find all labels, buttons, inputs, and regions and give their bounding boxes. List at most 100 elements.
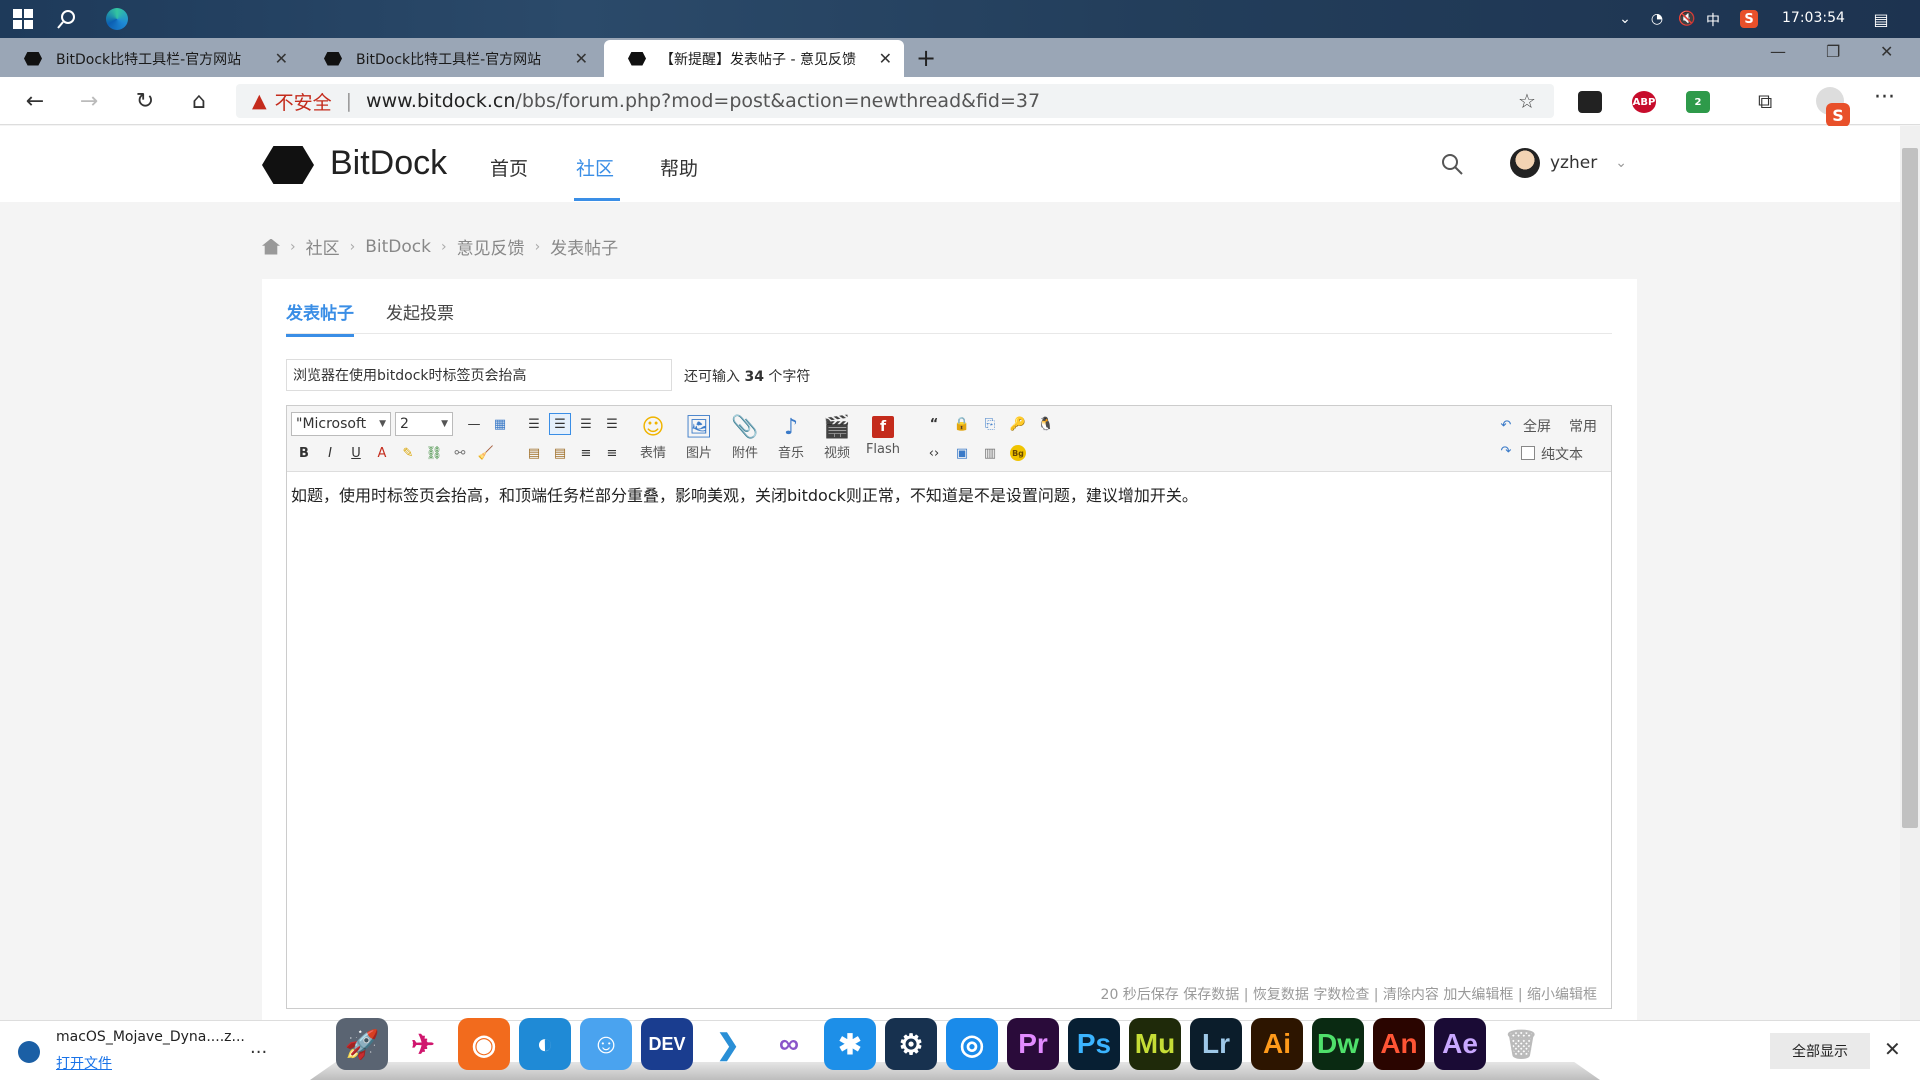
visual-studio-icon[interactable]: ∞ bbox=[763, 1018, 815, 1070]
video-button[interactable]: 🎬 视频 bbox=[817, 412, 857, 462]
align-center-icon[interactable]: ☰ bbox=[575, 413, 597, 435]
illustrator-icon[interactable]: Ai bbox=[1251, 1018, 1303, 1070]
lightroom-icon[interactable]: Lr bbox=[1190, 1018, 1242, 1070]
home-breadcrumb-icon[interactable] bbox=[262, 238, 280, 255]
restore-icon[interactable]: ❐ bbox=[1826, 42, 1840, 61]
hide-content-icon[interactable]: 🔒 bbox=[951, 413, 973, 435]
tab-new-post[interactable]: 发表帖子 bbox=[286, 299, 354, 337]
music-button[interactable]: ♪ 音乐 bbox=[771, 412, 811, 462]
warning-icon[interactable]: ▲ bbox=[252, 90, 267, 112]
highlight-icon[interactable]: ✎ bbox=[397, 442, 419, 464]
breadcrumb-item[interactable]: 社区 bbox=[306, 234, 340, 259]
steam-icon[interactable]: ⚙ bbox=[885, 1018, 937, 1070]
justify-icon[interactable]: ☰ bbox=[601, 413, 623, 435]
qq-icon[interactable]: 🐧 bbox=[1035, 413, 1057, 435]
quote-icon[interactable]: “ bbox=[923, 413, 945, 435]
edge-taskbar-icon[interactable] bbox=[104, 6, 130, 32]
browser-tab[interactable]: BitDock比特工具栏-官方网站 ✕ bbox=[0, 40, 300, 77]
volume-muted-icon[interactable]: 🔇 bbox=[1676, 6, 1698, 32]
font-family-select[interactable]: "Microsoft ▼ bbox=[291, 412, 391, 436]
muse-icon[interactable]: Mu bbox=[1129, 1018, 1181, 1070]
bold-icon[interactable]: B bbox=[293, 442, 315, 464]
uplay-icon[interactable]: ◎ bbox=[946, 1018, 998, 1070]
premiere-icon[interactable]: Pr bbox=[1007, 1018, 1059, 1070]
photoshop-icon[interactable]: Ps bbox=[1068, 1018, 1120, 1070]
address-input[interactable]: ▲ 不安全 | www.bitdock.cn /bbs/forum.php?mo… bbox=[236, 84, 1554, 118]
site-search-icon[interactable] bbox=[1440, 152, 1464, 180]
notification-icon[interactable]: ▤ bbox=[1868, 6, 1894, 32]
subject-input[interactable]: 浏览器在使用bitdock时标签页会抬高 bbox=[286, 359, 672, 391]
bitdock-app-icon[interactable]: ✱ bbox=[824, 1018, 876, 1070]
page-scrollbar-thumb[interactable] bbox=[1902, 148, 1918, 828]
breadcrumb-item[interactable]: 意见反馈 bbox=[457, 234, 525, 259]
more-menu-icon[interactable]: ··· bbox=[1874, 85, 1895, 110]
underline-icon[interactable]: U bbox=[345, 442, 367, 464]
nav-help[interactable]: 帮助 bbox=[660, 154, 698, 181]
background-icon[interactable]: Bg bbox=[1007, 442, 1029, 464]
download-file-name[interactable]: macOS_Mojave_Dyna....z... bbox=[56, 1029, 245, 1045]
float-right-icon[interactable]: ▤ bbox=[549, 442, 571, 464]
font-color-icon[interactable]: A bbox=[371, 442, 393, 464]
search-icon[interactable] bbox=[54, 6, 80, 32]
shield-extension-icon[interactable]: 2 bbox=[1686, 91, 1710, 113]
windows-start-icon[interactable] bbox=[10, 6, 36, 32]
trash-icon[interactable]: 🗑 bbox=[1495, 1018, 1547, 1070]
favorite-star-icon[interactable]: ☆ bbox=[1518, 89, 1536, 113]
security-label[interactable]: 不安全 bbox=[275, 88, 332, 115]
paper-plane-app-icon[interactable]: ✈ bbox=[397, 1018, 449, 1070]
close-icon[interactable]: ✕ bbox=[879, 49, 892, 68]
finder-icon[interactable]: ☺ bbox=[580, 1018, 632, 1070]
editor-content[interactable]: 如题，使用时标签页会抬高，和顶端任务栏部分重叠，影响美观，关闭bitdock则正… bbox=[291, 482, 1198, 506]
emoji-button[interactable]: ☺ 表情 bbox=[633, 412, 673, 462]
ime-label[interactable]: 中 bbox=[1706, 10, 1720, 30]
index-icon[interactable]: ▥ bbox=[979, 442, 1001, 464]
user-name[interactable]: yzher bbox=[1550, 153, 1597, 173]
align-left-icon[interactable]: ☰ bbox=[549, 413, 571, 435]
forward-icon[interactable]: → bbox=[74, 87, 104, 115]
clock[interactable]: 17:03:54 bbox=[1782, 10, 1845, 26]
nav-home[interactable]: 首页 bbox=[490, 154, 528, 181]
italic-icon[interactable]: I bbox=[319, 442, 341, 464]
after-effects-icon[interactable]: Ae bbox=[1434, 1018, 1486, 1070]
show-all-button[interactable]: 全部显示 bbox=[1770, 1033, 1870, 1069]
tab-new-poll[interactable]: 发起投票 bbox=[386, 299, 454, 334]
common-button[interactable]: 常用 bbox=[1569, 416, 1597, 436]
image-button[interactable]: 🖼 图片 bbox=[679, 412, 719, 462]
launchpad-rocket-icon[interactable]: 🚀 bbox=[336, 1018, 388, 1070]
adblock-plus-icon[interactable]: ABP bbox=[1632, 91, 1656, 113]
nav-community[interactable]: 社区 bbox=[576, 154, 614, 181]
browser-tab[interactable]: BitDock比特工具栏-官方网站 ✕ bbox=[300, 40, 600, 77]
font-size-select[interactable]: 2 ▼ bbox=[395, 412, 453, 436]
dev-cpp-icon[interactable]: DEV bbox=[641, 1018, 693, 1070]
firefox-icon[interactable]: ◉ bbox=[458, 1018, 510, 1070]
horizontal-rule-icon[interactable]: — bbox=[463, 413, 485, 435]
attachment-button[interactable]: 📎 附件 bbox=[725, 412, 765, 462]
redo-icon[interactable]: ↷ bbox=[1495, 440, 1517, 462]
wifi-icon[interactable]: ◔ bbox=[1646, 6, 1668, 32]
browser-tab-active[interactable]: 【新提醒】发表帖子 - 意见反馈 ✕ bbox=[604, 40, 904, 77]
sogou-float-icon[interactable]: S bbox=[1826, 103, 1850, 127]
refresh-icon[interactable]: ↻ bbox=[130, 87, 160, 115]
password-icon[interactable]: 🔑 bbox=[1007, 413, 1029, 435]
back-icon[interactable]: ← bbox=[20, 87, 50, 115]
page-break-icon[interactable]: ⎘ bbox=[979, 413, 1001, 435]
close-icon[interactable]: ✕ bbox=[1884, 1037, 1901, 1061]
sogou-icon[interactable]: S bbox=[1738, 6, 1760, 32]
float-left-icon[interactable]: ▤ bbox=[523, 442, 545, 464]
site-logo-text[interactable]: BitDock bbox=[330, 144, 447, 183]
editor-footer-links[interactable]: 20 秒后保存 保存数据 | 恢复数据 字数检查 | 清除内容 加大编辑框 | … bbox=[1101, 984, 1597, 1004]
align-right-icon[interactable]: ☰ bbox=[523, 413, 545, 435]
collections-icon[interactable]: ⧉ bbox=[1758, 89, 1772, 113]
unordered-list-icon[interactable]: ≡ bbox=[601, 442, 623, 464]
user-menu[interactable]: yzher ⌄ bbox=[1510, 148, 1627, 178]
flash-button[interactable]: f Flash bbox=[863, 412, 903, 457]
close-icon[interactable]: ✕ bbox=[575, 49, 588, 68]
avatar[interactable] bbox=[1510, 148, 1540, 178]
minimize-icon[interactable]: — bbox=[1770, 42, 1786, 61]
dreamweaver-icon[interactable]: Dw bbox=[1312, 1018, 1364, 1070]
undo-icon[interactable]: ↶ bbox=[1495, 414, 1517, 436]
chevron-down-icon[interactable]: ⌄ bbox=[1615, 155, 1627, 171]
dock-extension-icon[interactable] bbox=[1578, 91, 1602, 113]
clear-format-icon[interactable]: 🧹 bbox=[475, 442, 497, 464]
breadcrumb-item[interactable]: BitDock bbox=[365, 237, 431, 257]
